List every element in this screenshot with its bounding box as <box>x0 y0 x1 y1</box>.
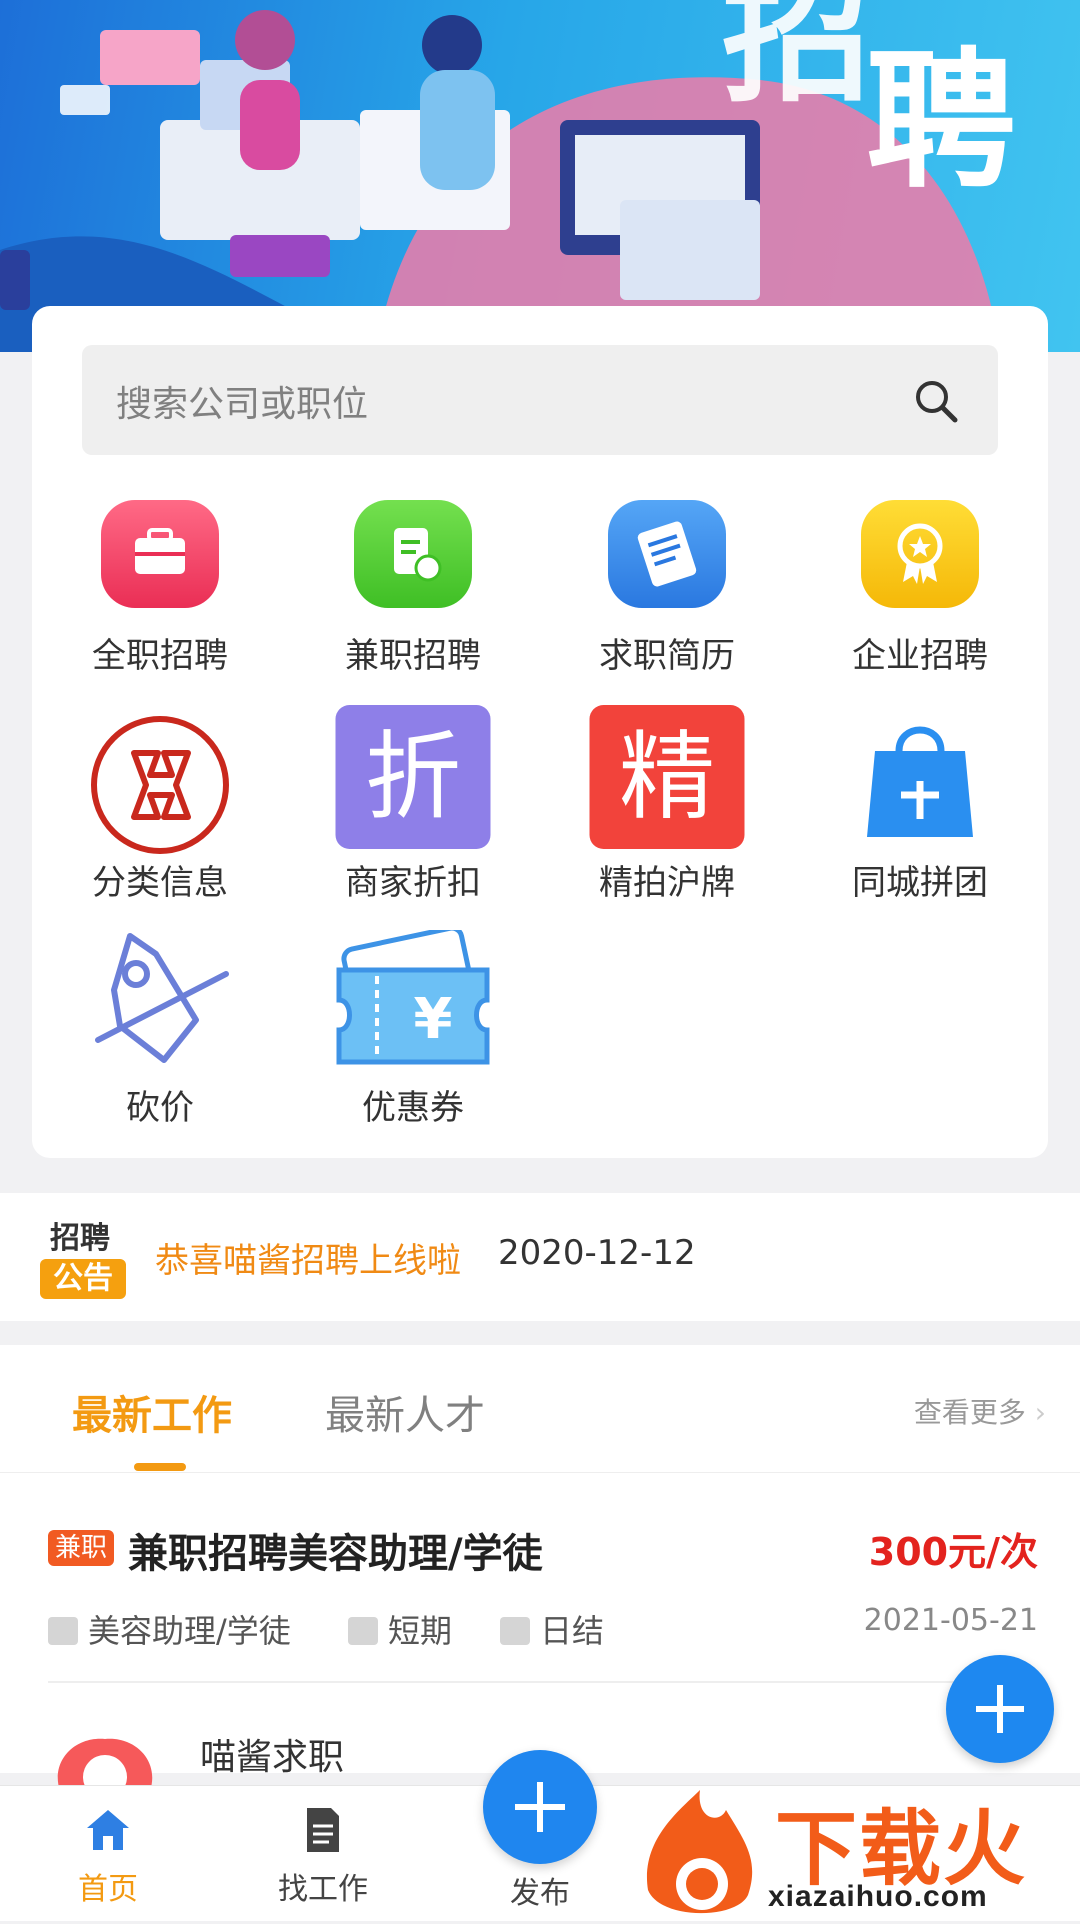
document-clock-icon <box>354 500 472 608</box>
coupon-icon: ¥ <box>336 930 490 1065</box>
calendar-icon <box>348 1617 378 1645</box>
document-icon[interactable] <box>303 1806 343 1854</box>
grid-item-enterprise[interactable]: 企业招聘 <box>795 490 1045 690</box>
notice-message[interactable]: 恭喜喵酱招聘上线啦 <box>155 1233 461 1282</box>
job-salary: 300元/次 <box>868 1530 1038 1574</box>
add-floating-button[interactable] <box>946 1655 1054 1763</box>
medal-icon <box>861 500 979 608</box>
wallet-icon <box>500 1617 530 1645</box>
hero-banner[interactable]: 招聘 <box>0 0 1080 352</box>
grid-label: 砍价 <box>126 1088 194 1128</box>
price-tag-icon <box>95 933 229 1063</box>
grid-item-fulltime[interactable]: 全职招聘 <box>35 490 285 690</box>
grid-label: 精拍沪牌 <box>599 863 735 903</box>
job-title: 兼职招聘美容助理/学徒 <box>128 1531 543 1577</box>
tab-indicator <box>134 1463 186 1471</box>
nav-home-label[interactable]: 首页 <box>38 1864 178 1908</box>
publish-button[interactable] <box>483 1750 597 1864</box>
watermark: 下载火 xiazaihuo.com <box>640 1780 1080 1920</box>
grid-label: 商家折扣 <box>345 863 481 903</box>
banner-title: 招聘 <box>721 0 1016 209</box>
discount-icon: 折 <box>335 705 491 849</box>
watermark-domain: xiazaihuo.com <box>768 1880 988 1913</box>
divider <box>48 1681 1038 1683</box>
grid-label: 优惠券 <box>362 1088 464 1128</box>
home-icon[interactable] <box>85 1808 131 1852</box>
tab-latest-jobs[interactable]: 最新工作 <box>72 1383 232 1441</box>
search-input[interactable]: 搜索公司或职位 <box>82 345 998 455</box>
license-plate-icon: 精 <box>589 705 745 849</box>
grid-item-resume[interactable]: 求职简历 <box>542 490 792 690</box>
grid-label: 求职简历 <box>599 636 735 676</box>
grid-label: 企业招聘 <box>852 636 988 676</box>
job-term: 短期 <box>348 1606 452 1652</box>
plus-icon <box>976 1685 1024 1733</box>
job-date: 2021-05-21 <box>863 1603 1038 1638</box>
grid-item-coupon[interactable]: ¥ 优惠券 <box>288 930 538 1130</box>
content-tabs: 最新工作 最新人才 查看更多 › <box>0 1345 1080 1473</box>
shopping-bag-icon <box>867 726 973 837</box>
search-icon[interactable] <box>912 377 960 425</box>
tab-latest-talent[interactable]: 最新人才 <box>325 1383 485 1441</box>
grid-item-bargain[interactable]: 砍价 <box>35 930 285 1130</box>
chevron-right-icon: › <box>1034 1396 1046 1429</box>
announcement-bar[interactable]: 招聘 公告 恭喜喵酱招聘上线啦 2020-12-12 <box>0 1193 1080 1321</box>
grid-label: 分类信息 <box>92 863 228 903</box>
grid-item-groupbuy[interactable]: 同城拼团 <box>795 705 1045 905</box>
view-more-link[interactable]: 查看更多 › <box>914 1391 1046 1431</box>
notice-tag-top: 招聘 <box>50 1221 110 1256</box>
resume-icon <box>608 500 726 608</box>
plus-icon <box>515 1782 565 1832</box>
notice-tag-bottom: 公告 <box>40 1259 126 1299</box>
nav-publish-label[interactable]: 发布 <box>470 1868 610 1912</box>
nav-jobs-label[interactable]: 找工作 <box>253 1864 393 1908</box>
briefcase-icon <box>101 500 219 608</box>
svg-text:¥: ¥ <box>414 987 453 1052</box>
notice-date: 2020-12-12 <box>498 1233 696 1273</box>
cat-avatar-icon <box>57 1738 153 1791</box>
grid-label: 兼职招聘 <box>345 636 481 676</box>
grid-label: 全职招聘 <box>92 636 228 676</box>
grid-item-license[interactable]: 精 精拍沪牌 <box>542 705 792 905</box>
job-settlement: 日结 <box>500 1606 604 1652</box>
job-position: 美容助理/学徒 <box>48 1606 291 1652</box>
category-icon <box>91 716 229 854</box>
search-placeholder: 搜索公司或职位 <box>116 384 369 425</box>
grid-item-discount[interactable]: 折 商家折扣 <box>288 705 538 905</box>
grid-item-category[interactable]: 分类信息 <box>35 705 285 905</box>
job-type-badge: 兼职 <box>48 1530 114 1566</box>
job-seeker-name: 喵酱求职 <box>200 1737 345 1778</box>
job-list-item[interactable]: 兼职 兼职招聘美容助理/学徒 300元/次 美容助理/学徒 短期 日结 2021… <box>0 1473 1080 1791</box>
grid-item-parttime[interactable]: 兼职招聘 <box>288 490 538 690</box>
grid-label: 同城拼团 <box>852 863 988 903</box>
briefcase-small-icon <box>48 1617 78 1645</box>
